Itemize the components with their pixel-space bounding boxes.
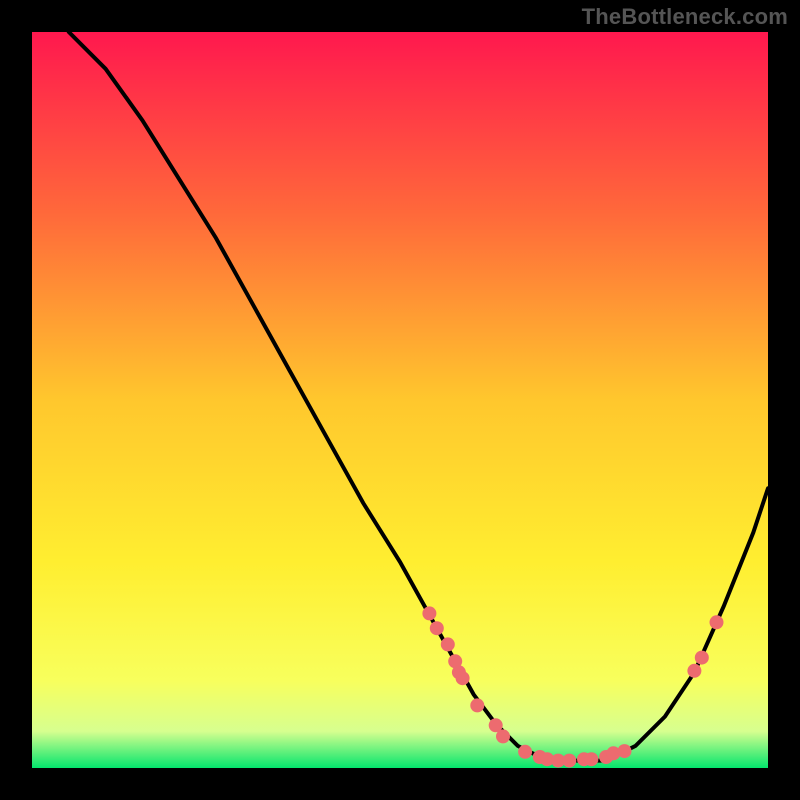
chart-svg [32,32,768,768]
data-point [422,606,436,620]
data-point [695,651,709,665]
gradient-background [32,32,768,768]
data-point [687,664,701,678]
chart-frame: TheBottleneck.com [0,0,800,800]
data-point [430,621,444,635]
data-point [518,745,532,759]
data-point [441,637,455,651]
watermark-text: TheBottleneck.com [582,4,788,30]
data-point [496,729,510,743]
data-point [618,744,632,758]
data-point [562,754,576,768]
chart-plot-area [32,32,768,768]
data-point [456,671,470,685]
data-point [710,615,724,629]
data-point [470,698,484,712]
data-point [584,752,598,766]
